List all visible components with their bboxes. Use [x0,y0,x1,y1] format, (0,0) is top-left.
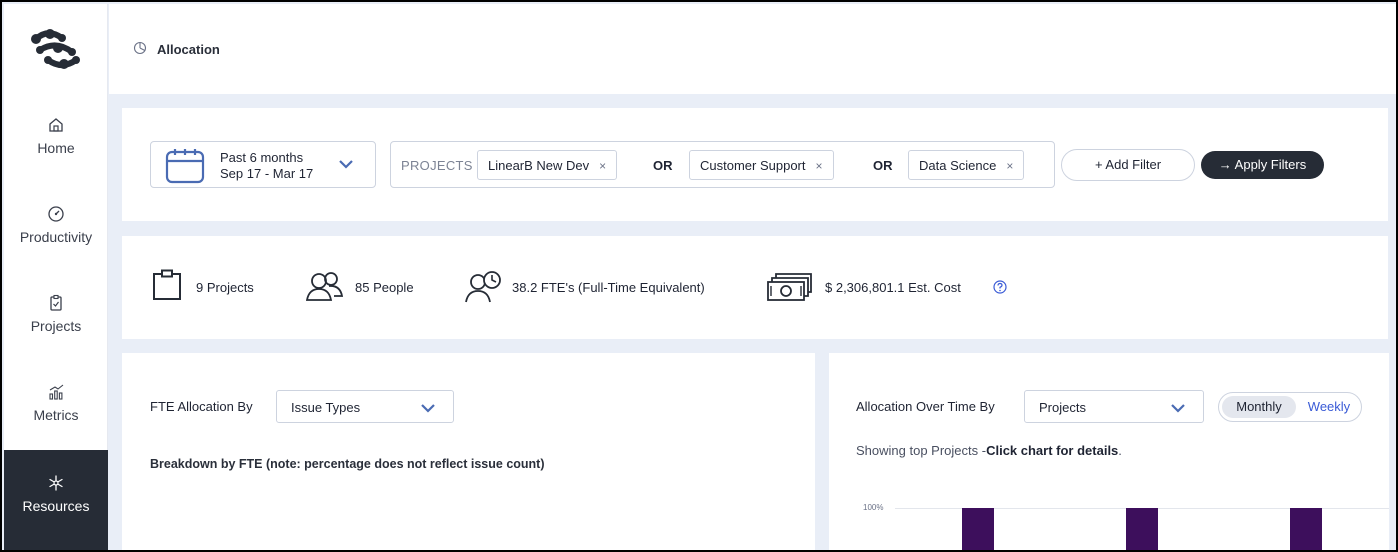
help-icon[interactable] [993,280,1007,294]
calendar-icon [165,149,205,184]
projects-count: 9 Projects [196,280,254,295]
close-icon[interactable]: × [1006,159,1013,173]
money-icon [767,273,812,301]
chart-bar[interactable] [962,508,994,550]
gauge-icon [48,206,64,222]
filter-chip[interactable]: LinearB New Dev × [477,150,618,180]
app-frame: Home Productivity Projects Metrics Resou… [0,0,1398,552]
sidebar-item-label: Productivity [19,229,93,245]
estimated-cost: $ 2,306,801.1 Est. Cost [825,280,961,295]
sidebar-item-label: Home [37,140,75,156]
fte-allocation-label: FTE Allocation By [150,399,253,414]
allocation-over-time-panel: Allocation Over Time By Projects Monthly… [829,353,1389,550]
fte-allocation-select[interactable]: Issue Types [276,390,454,423]
or-label: OR [873,158,893,173]
projects-filter[interactable]: PROJECTS LinearB New Dev × OR Customer Su… [390,141,1055,188]
chart-hint-prefix: Showing top Projects - [856,443,987,458]
filter-chip[interactable]: Data Science × [908,150,1025,180]
home-icon [49,118,63,132]
filter-chip-label: Data Science [919,158,997,173]
chart-hint-suffix: . [1118,443,1122,458]
page-header: Allocation [109,4,1396,94]
filter-bar: Past 6 months Sep 17 - Mar 17 PROJECTS L… [122,108,1388,221]
page-title: Allocation [157,42,220,57]
snowflake-icon [49,475,63,491]
sidebar-item-label: Metrics [33,407,79,423]
date-range-value: Sep 17 - Mar 17 [220,166,314,181]
date-range-label: Past 6 months [220,150,304,165]
filter-chip-label: LinearB New Dev [488,158,590,173]
chart-icon [49,384,64,400]
sidebar-item-home[interactable]: Home [4,116,108,204]
apply-filters-button[interactable]: → Apply Filters [1201,151,1324,179]
add-filter-button[interactable]: + Add Filter [1061,149,1195,181]
sidebar-item-projects[interactable]: Projects [4,294,108,382]
filter-chip-label: Customer Support [700,158,806,173]
allocation-over-time-value: Projects [1039,400,1086,415]
sidebar-item-productivity[interactable]: Productivity [4,205,108,293]
clipboard-icon [153,269,181,300]
chart-hint-bold: Click chart for details [986,443,1119,458]
breakdown-note: Breakdown by FTE (note: percentage does … [150,457,545,471]
sidebar-item-label: Projects [30,318,82,334]
allocation-over-time-select[interactable]: Projects [1024,390,1204,423]
chevron-down-icon [339,160,353,169]
people-count: 85 People [355,280,414,295]
projects-filter-label: PROJECTS [401,158,473,173]
sidebar: Home Productivity Projects Metrics Resou… [4,4,108,550]
linearb-logo[interactable] [28,26,84,72]
clipboard-icon [50,294,62,311]
fte-allocation-value: Issue Types [291,400,361,415]
filter-chip[interactable]: Customer Support × [689,150,834,180]
allocation-over-time-label: Allocation Over Time By [856,399,995,414]
fte-allocation-panel: FTE Allocation By Issue Types Breakdown … [122,353,815,550]
pie-chart-icon [133,41,147,55]
person-clock-icon [465,271,501,303]
toggle-weekly[interactable]: Weekly [1301,396,1357,418]
chart-hint: Showing top Projects -Click chart for de… [856,443,1122,458]
summary-stats: 9 Projects 85 People 38.2 FTE's (Full-Ti… [122,236,1388,339]
chevron-down-icon [421,404,435,413]
y-tick-label: 100% [863,503,884,512]
close-icon[interactable]: × [599,159,606,173]
sidebar-item-resources[interactable]: Resources [4,450,108,550]
people-icon [306,272,344,301]
date-range-picker[interactable]: Past 6 months Sep 17 - Mar 17 [150,141,376,188]
sidebar-item-label: Resources [22,498,90,514]
chart-bar[interactable] [1290,508,1322,550]
fte-count: 38.2 FTE's (Full-Time Equivalent) [512,280,705,295]
or-label: OR [653,158,673,173]
chart-bar[interactable] [1126,508,1158,550]
toggle-monthly[interactable]: Monthly [1222,396,1296,418]
chevron-down-icon [1171,404,1185,413]
period-toggle[interactable]: Monthly Weekly [1218,392,1362,422]
close-icon[interactable]: × [816,159,823,173]
